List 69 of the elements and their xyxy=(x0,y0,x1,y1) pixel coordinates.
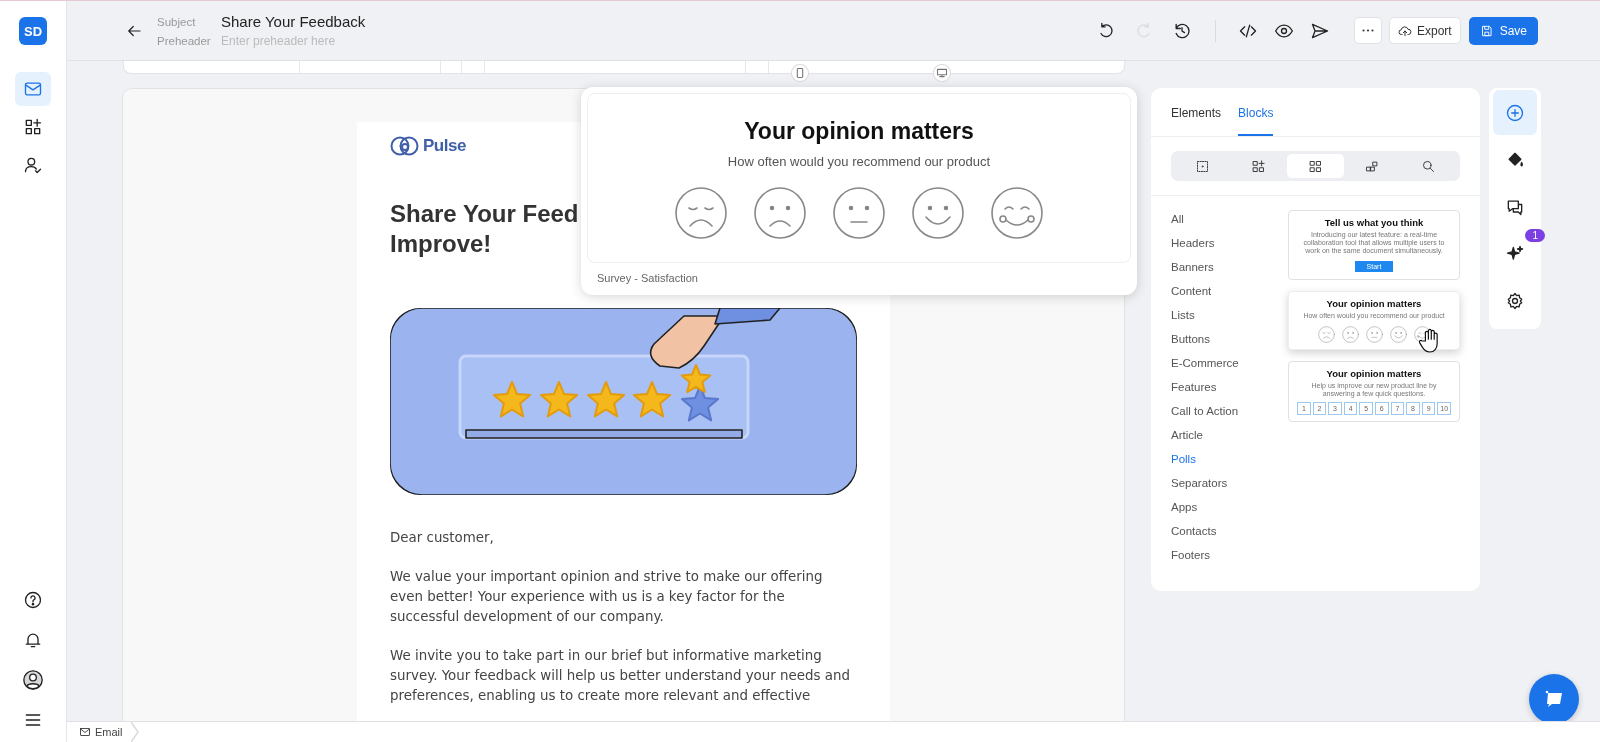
email-heading: Improve! xyxy=(390,229,492,259)
greeting-text: Dear customer, xyxy=(390,529,495,547)
body-paragraph: We invite you to take part in our brief but informative marketing survey. Your feedback will help us better understand your needs and preferences, enabling us to create more relevant and effective xyxy=(390,647,851,705)
category-item[interactable]: Headers xyxy=(1171,236,1288,260)
save-button[interactable]: Save xyxy=(1468,16,1538,45)
category-item[interactable]: Banners xyxy=(1171,260,1288,284)
category-item[interactable]: Separators xyxy=(1171,476,1288,500)
thumbnail-title: Your opinion matters xyxy=(1325,298,1423,309)
face-icon xyxy=(1317,326,1335,343)
app-logo[interactable]: SD xyxy=(19,17,47,45)
preview-caption: Survey - Satisfaction xyxy=(596,271,699,286)
brand-name: Pulse xyxy=(423,136,466,156)
blocks-icon xyxy=(1251,158,1267,174)
desktop-view-icon[interactable] xyxy=(933,64,951,82)
category-item[interactable]: E-Commerce xyxy=(1171,356,1288,380)
breadcrumb-item[interactable]: Email xyxy=(67,722,139,742)
modules-icon xyxy=(1364,158,1380,174)
dashed-square-icon xyxy=(1194,158,1210,174)
envelope-icon xyxy=(79,726,91,738)
category-item[interactable]: Content xyxy=(1171,284,1288,308)
cloud-upload-icon xyxy=(1397,23,1412,38)
category-item[interactable]: Features xyxy=(1171,380,1288,404)
face-icon xyxy=(1365,326,1383,343)
body-paragraph: We value your important opinion and strive to make our offering even better! Your experience with us is a key factor for the successful development of our company. xyxy=(390,568,824,626)
category-item[interactable]: Polls xyxy=(1171,452,1288,476)
category-item[interactable]: Contacts xyxy=(1171,524,1288,548)
help-icon[interactable] xyxy=(23,590,43,610)
email-title[interactable]: Share Your Feedback xyxy=(221,13,366,30)
export-button[interactable]: Export xyxy=(1388,17,1461,44)
grid-icon xyxy=(1308,158,1323,174)
category-item[interactable]: Call to Action xyxy=(1171,404,1288,428)
grid-filter-button[interactable] xyxy=(1287,154,1344,178)
face-icon xyxy=(990,186,1044,240)
hand-cursor-icon xyxy=(1419,328,1441,354)
avatar-icon[interactable] xyxy=(23,670,43,690)
thumbnail-title: Your opinion matters xyxy=(1325,368,1423,379)
face-icon xyxy=(1341,326,1359,343)
panel-tab[interactable]: Elements xyxy=(1171,88,1222,136)
category-item[interactable]: Buttons xyxy=(1171,332,1288,356)
mail-nav-button[interactable] xyxy=(15,72,51,106)
thumbnail-title: Tell us what you think xyxy=(1323,217,1425,228)
mobile-view-icon[interactable] xyxy=(791,64,809,82)
panel-tab[interactable]: Blocks xyxy=(1238,88,1274,136)
face-icon xyxy=(674,186,728,240)
face-icon xyxy=(1389,326,1407,343)
email-heading: Share Your Feed xyxy=(390,199,579,229)
preview-subtitle: How often would you recommend our product xyxy=(726,154,992,169)
search-icon xyxy=(1421,158,1437,174)
plus-circle-icon xyxy=(1505,102,1525,123)
category-item[interactable]: Lists xyxy=(1171,308,1288,332)
pulse-logo-icon xyxy=(390,135,420,157)
category-item[interactable]: All xyxy=(1171,212,1288,236)
face-icon xyxy=(753,186,807,240)
subject-label: Subject xyxy=(157,15,197,28)
category-item[interactable]: Article xyxy=(1171,428,1288,452)
face-icon xyxy=(911,186,965,240)
face-icon xyxy=(1413,326,1431,343)
more-dots-icon xyxy=(1361,29,1374,32)
preheader-label: Preheader xyxy=(157,35,212,47)
category-item[interactable]: Footers xyxy=(1171,548,1288,572)
category-item[interactable]: Apps xyxy=(1171,500,1288,524)
face-icon xyxy=(832,186,886,240)
notification-badge: 1 xyxy=(1525,229,1545,242)
settings-icon xyxy=(1505,290,1525,311)
preheader-field[interactable]: Enter preheader here xyxy=(221,34,381,48)
blocks-icon xyxy=(23,117,43,137)
preview-title: Your opinion matters xyxy=(743,118,975,145)
chat-support-button[interactable] xyxy=(1529,674,1579,721)
person-icon xyxy=(23,155,43,175)
